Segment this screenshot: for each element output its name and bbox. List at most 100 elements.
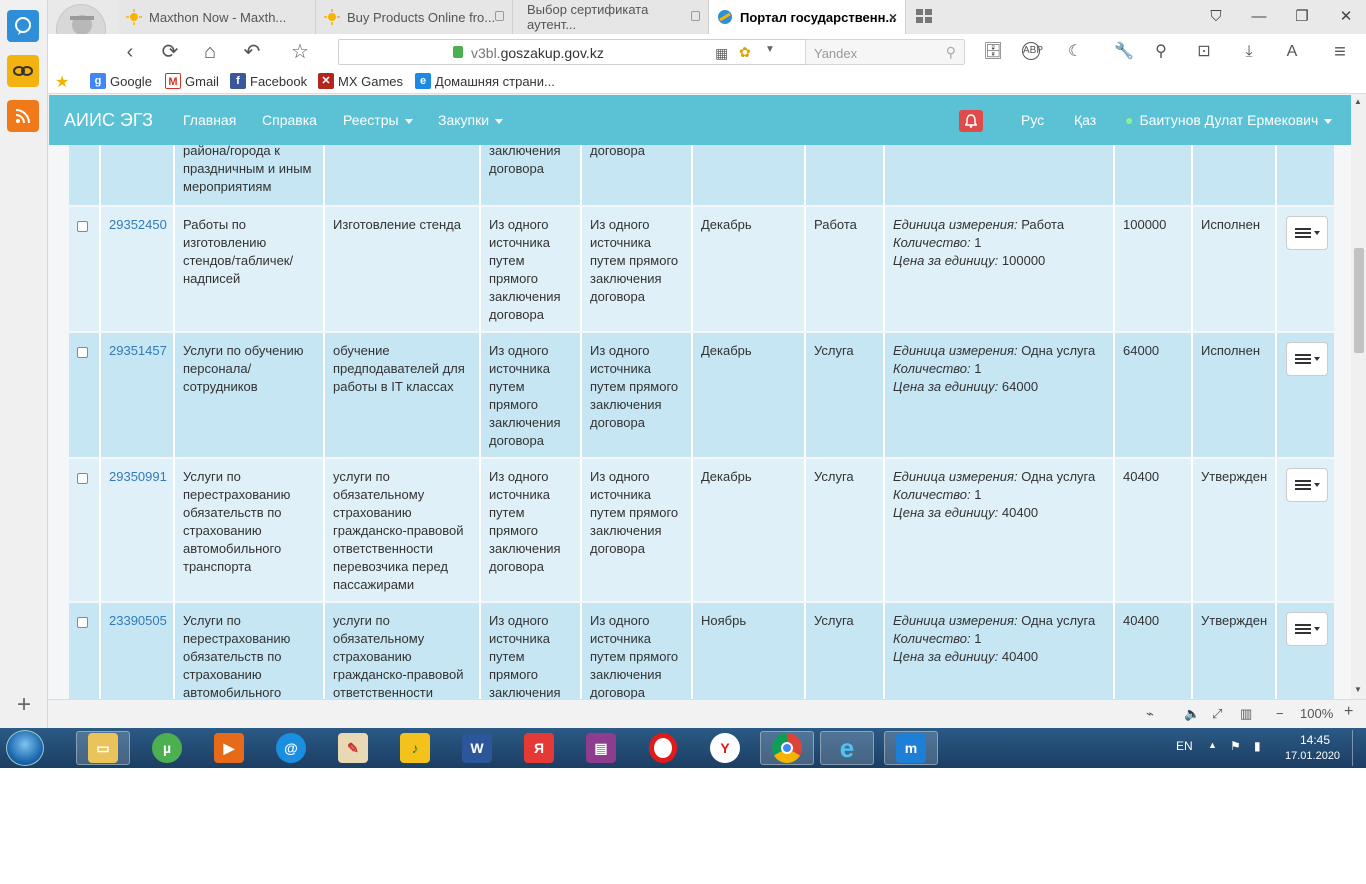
row-spec: Единица измерения: Работа Количество: 1 Це…	[885, 207, 1115, 331]
skin-icon[interactable]: ⛉	[1205, 7, 1227, 27]
tools-icon[interactable]: 🔧	[1113, 42, 1135, 62]
user-icon: ●	[1125, 112, 1134, 128]
taskbar-opera[interactable]	[636, 731, 690, 765]
user-menu[interactable]: ● Баитунов Дулат Ермекович	[1125, 112, 1333, 128]
row-checkbox[interactable]	[77, 617, 88, 628]
minimize-icon[interactable]: —	[1248, 7, 1270, 27]
translate-icon[interactable]: A	[1281, 42, 1303, 62]
row-checkbox[interactable]	[77, 221, 88, 232]
night-mode-icon[interactable]: ☾	[1064, 42, 1086, 62]
reload-icon[interactable]: ⟳	[158, 40, 182, 64]
tab-buy-products[interactable]: Buy Products Online fro...	[316, 0, 513, 34]
fullscreen-icon[interactable]: ⤢	[1212, 706, 1222, 722]
power-icon[interactable]: ▮	[1254, 739, 1261, 753]
zoom-in-icon[interactable]: +	[1344, 703, 1353, 721]
tab-maxthon-now[interactable]: Maxthon Now - Maxth...	[118, 0, 316, 34]
menu-icon[interactable]: ≡	[1329, 42, 1351, 62]
show-hidden-icons-icon[interactable]: ▲	[1208, 740, 1217, 750]
row-actions-button[interactable]	[1286, 612, 1328, 646]
row-id-link[interactable]: 29351457	[109, 343, 167, 358]
taskbar-winrar[interactable]: ▤	[574, 731, 628, 765]
row-actions-button[interactable]	[1286, 342, 1328, 376]
taskbar-music[interactable]: ♪	[388, 731, 442, 765]
row-id-link[interactable]: 29352450	[109, 217, 167, 232]
undo-close-icon[interactable]: ↶	[240, 40, 264, 64]
close-tab-icon[interactable]: ×	[889, 9, 897, 25]
row-subtype: Из одного источника путем прямого заключ…	[582, 603, 693, 699]
zoom-out-icon[interactable]: −	[1276, 706, 1284, 721]
bookmark-home-page[interactable]: e Домашняя страни...	[415, 73, 555, 89]
bookmark-google[interactable]: g Google	[90, 73, 152, 89]
tab-certificate[interactable]: Выбор сертификата аутент...	[513, 0, 709, 34]
adblock-icon[interactable]: ABP	[1022, 42, 1043, 60]
restore-icon[interactable]: ❐	[1291, 7, 1313, 27]
bookmark-mx-games[interactable]: ✕ MX Games	[318, 73, 403, 89]
lang-ru-link[interactable]: Рус	[1021, 112, 1044, 128]
volume-icon[interactable]: 🔈	[1184, 706, 1200, 722]
clock-time[interactable]: 14:45	[1300, 733, 1330, 747]
action-center-icon[interactable]: ⚑	[1230, 739, 1241, 753]
resource-sniffer-icon[interactable]: ✿	[739, 44, 751, 61]
row-checkbox[interactable]	[77, 347, 88, 358]
taskbar-paint[interactable]: ✎	[326, 731, 380, 765]
zoom-level[interactable]: 100%	[1300, 706, 1333, 721]
add-sidebar-icon[interactable]: +	[12, 693, 36, 717]
chevron-down-icon[interactable]: ▼	[765, 44, 775, 55]
screenshot-icon[interactable]: ⊡	[1193, 42, 1215, 62]
input-language[interactable]: EN	[1176, 739, 1193, 753]
taskbar-yandex-browser[interactable]: Я	[512, 731, 566, 765]
search-icon[interactable]: ⚲	[946, 44, 956, 61]
row-id-link[interactable]: 23390505	[109, 613, 167, 628]
start-button[interactable]	[6, 730, 44, 766]
scrollbar-thumb[interactable]	[1354, 248, 1364, 353]
taskbar-ie[interactable]: e	[820, 731, 874, 765]
back-icon[interactable]: ‹	[118, 40, 142, 64]
row-subtype: Из одного источника путем прямого заключ…	[582, 333, 693, 457]
show-desktop-button[interactable]	[1352, 730, 1364, 766]
home-icon[interactable]: ⌂	[198, 40, 222, 64]
taskbar-chrome[interactable]	[760, 731, 814, 765]
maxthon-note-icon[interactable]	[7, 55, 39, 87]
vertical-scrollbar[interactable]: ▲ ▼	[1351, 95, 1366, 699]
toolbox-icon[interactable]: 🗄	[982, 42, 1004, 62]
row-method: Из одного источника путем прямого заключ…	[481, 459, 582, 601]
app-brand[interactable]: АИИС ЭГЗ	[64, 110, 153, 131]
taskbar-media-player[interactable]: ▶	[202, 731, 256, 765]
row-actions-button[interactable]	[1286, 468, 1328, 502]
taskbar-word[interactable]: W	[450, 731, 504, 765]
nav-registries[interactable]: Реестры	[343, 112, 413, 128]
row-id-link[interactable]: 29350991	[109, 469, 167, 484]
nav-main[interactable]: Главная	[183, 112, 236, 128]
rss-icon[interactable]	[7, 100, 39, 132]
row-actions-button[interactable]	[1286, 216, 1328, 250]
messenger-icon[interactable]	[7, 10, 39, 42]
taskbar-mail[interactable]: @	[264, 731, 318, 765]
download-icon[interactable]: ⤓	[1238, 42, 1260, 62]
taskbar-explorer[interactable]: ▭	[76, 731, 130, 765]
taskbar-utorrent[interactable]: µ	[140, 731, 194, 765]
magic-fill-icon[interactable]: ⚲	[1150, 42, 1172, 62]
close-window-icon[interactable]: ✕	[1335, 7, 1357, 27]
nav-procurement[interactable]: Закупки	[438, 112, 504, 128]
taskbar-maxthon[interactable]: m	[884, 731, 938, 765]
bookmark-facebook[interactable]: f Facebook	[230, 73, 307, 89]
nav-help[interactable]: Справка	[262, 112, 317, 128]
notification-bell-icon[interactable]	[959, 110, 983, 132]
search-input[interactable]: Yandex ⚲	[805, 39, 965, 65]
row-checkbox[interactable]	[77, 473, 88, 484]
tab-overview-icon[interactable]	[916, 9, 932, 23]
network-monitor-icon[interactable]: ⌁	[1146, 706, 1154, 722]
qr-code-icon[interactable]: ▦	[715, 45, 728, 62]
lang-kz-link[interactable]: Қаз	[1074, 112, 1096, 128]
split-screen-icon[interactable]: ▥	[1240, 706, 1252, 722]
favorite-star-icon[interactable]: ☆	[288, 40, 312, 64]
row-spec: Единица измерения: Одна услуга Количество…	[885, 333, 1115, 457]
bookmark-gmail[interactable]: M Gmail	[165, 73, 219, 89]
scroll-up-icon[interactable]: ▲	[1354, 97, 1362, 106]
clock-date[interactable]: 17.01.2020	[1285, 750, 1340, 762]
taskbar-yandex[interactable]: Y	[698, 731, 752, 765]
address-bar[interactable]: v3bl.goszakup.gov.kz ▦ ✿ ▼	[338, 39, 830, 65]
scroll-down-icon[interactable]: ▼	[1354, 685, 1362, 694]
favorites-star-icon[interactable]: ★	[55, 72, 69, 92]
tab-goszakup-portal[interactable]: Портал государственн... ×	[709, 0, 906, 34]
